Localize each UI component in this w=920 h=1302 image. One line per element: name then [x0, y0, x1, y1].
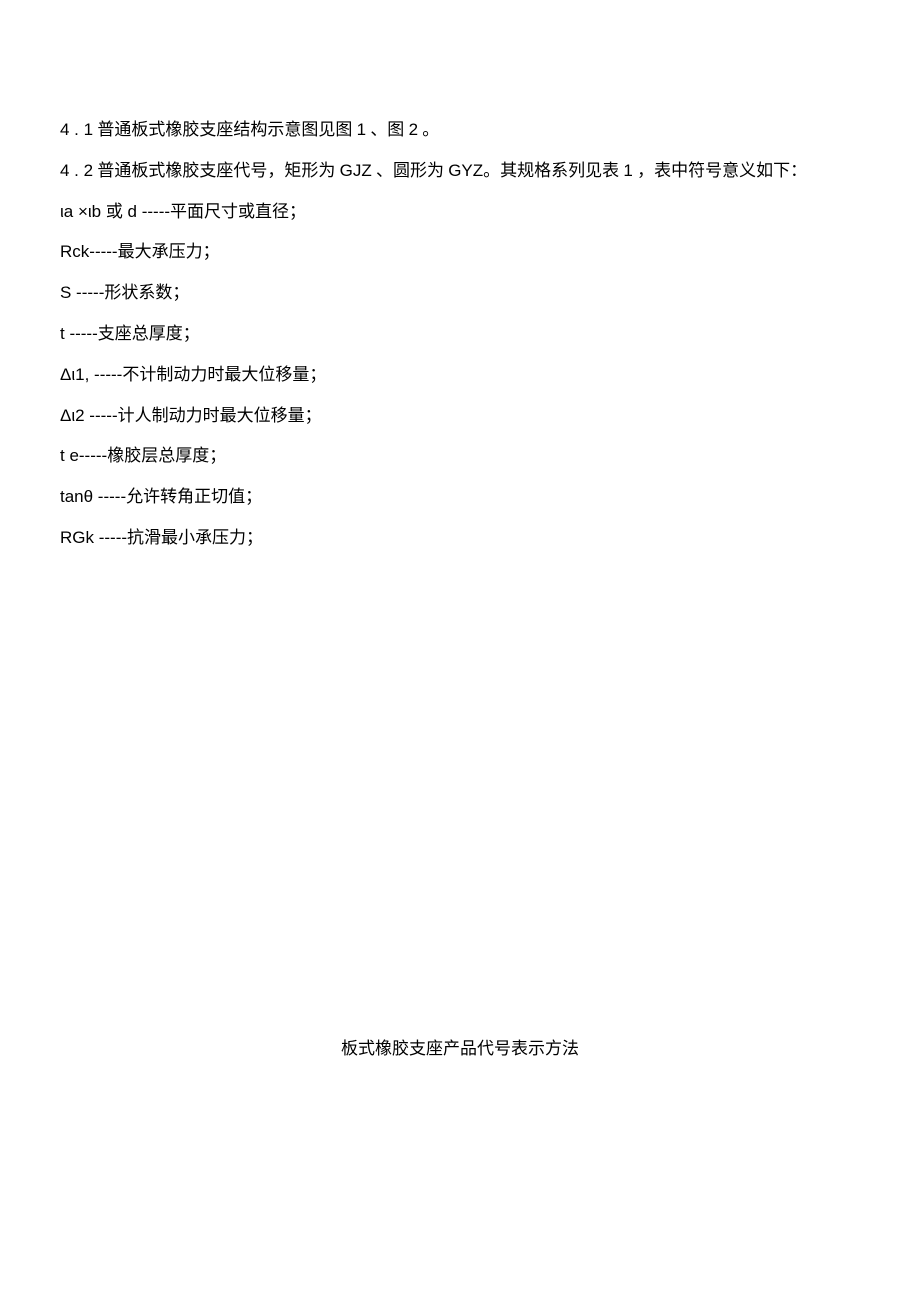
symbol: Δι2 -----: [60, 406, 118, 425]
figure-1-ref: 1: [357, 120, 366, 139]
symbol: t -----: [60, 324, 98, 343]
text: ，表中符号意义如下：: [633, 161, 807, 180]
footer-title: 板式橡胶支座产品代号表示方法: [60, 1029, 860, 1070]
definition-row: RGk -----抗滑最小承压力；: [60, 518, 860, 559]
code-gjz: GJZ: [340, 161, 372, 180]
symbol: tanθ -----: [60, 487, 126, 506]
section-number: 4 . 1: [60, 120, 93, 139]
figure-2-ref: 2: [409, 120, 418, 139]
definition-row: tanθ -----允许转角正切值；: [60, 477, 860, 518]
symbol: t e-----: [60, 446, 107, 465]
definition-row: t -----支座总厚度；: [60, 314, 860, 355]
definition-row: Δι2 -----计人制动力时最大位移量；: [60, 396, 860, 437]
symbol: Rck-----: [60, 242, 118, 261]
text: 普通板式橡胶支座结构示意图见图: [93, 120, 357, 139]
description: 形状系数；: [104, 283, 189, 302]
section-4-1: 4 . 1 普通板式橡胶支座结构示意图见图 1 、图 2 。: [60, 110, 860, 151]
text: 。: [418, 120, 439, 139]
definition-row: S -----形状系数；: [60, 273, 860, 314]
text: 。其规格系列见表: [483, 161, 623, 180]
definition-row: t e-----橡胶层总厚度；: [60, 436, 860, 477]
table-ref: 1: [623, 161, 632, 180]
description: 允许转角正切值；: [126, 487, 262, 506]
section-4-2: 4 . 2 普通板式橡胶支座代号，矩形为 GJZ 、圆形为 GYZ。其规格系列见…: [60, 151, 860, 192]
description: 橡胶层总厚度；: [107, 446, 226, 465]
description: 计人制动力时最大位移量；: [118, 406, 322, 425]
description: 支座总厚度；: [98, 324, 200, 343]
description: 不计制动力时最大位移量；: [122, 365, 326, 384]
symbol: S -----: [60, 283, 104, 302]
definition-row: Δι1, -----不计制动力时最大位移量；: [60, 355, 860, 396]
code-gyz: GYZ: [448, 161, 483, 180]
description: 最大承压力；: [118, 242, 220, 261]
section-number: 4 . 2: [60, 161, 93, 180]
description: 平面尺寸或直径；: [170, 202, 306, 221]
symbol: ιa ×ιb 或 d -----: [60, 202, 170, 221]
description: 抗滑最小承压力；: [127, 528, 263, 547]
definition-row: ιa ×ιb 或 d -----平面尺寸或直径；: [60, 192, 860, 233]
text: 、图: [366, 120, 409, 139]
symbol: Δι1, -----: [60, 365, 122, 384]
definition-row: Rck-----最大承压力；: [60, 232, 860, 273]
text: 、圆形为: [372, 161, 449, 180]
symbol: RGk -----: [60, 528, 127, 547]
text: 普通板式橡胶支座代号，矩形为: [93, 161, 340, 180]
